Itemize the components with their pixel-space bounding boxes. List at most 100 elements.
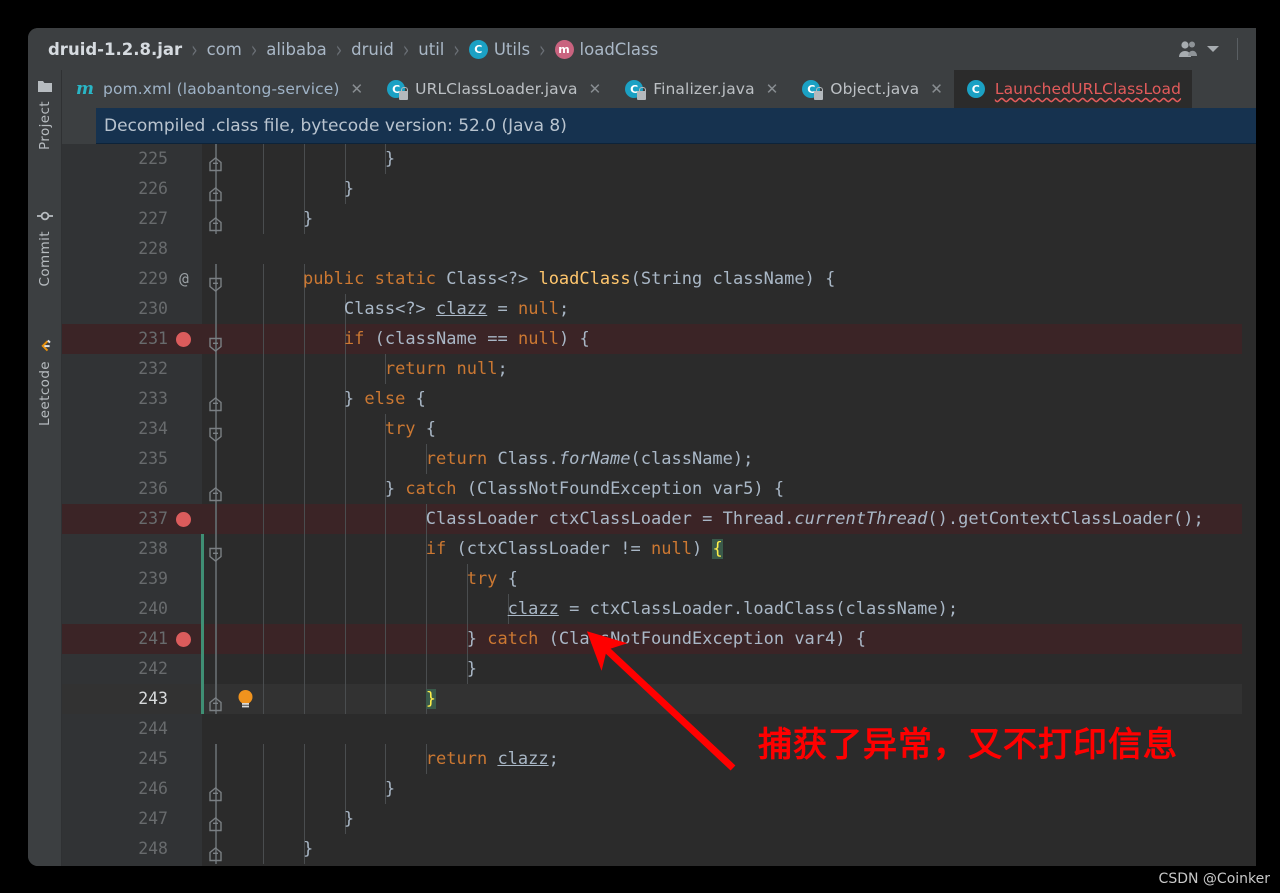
close-icon[interactable]: ✕: [930, 81, 943, 97]
code-line[interactable]: 231 if (className == null) {: [62, 324, 1256, 354]
line-number: 242: [138, 659, 168, 678]
code-line[interactable]: 234 try {: [62, 414, 1256, 444]
annotation-gutter-icon[interactable]: @: [174, 264, 194, 294]
fold-marker-icon[interactable]: [208, 182, 223, 202]
code-line[interactable]: 225 }: [62, 144, 1256, 174]
chevron-down-icon[interactable]: [1207, 46, 1219, 52]
fold-marker-icon[interactable]: [208, 782, 223, 802]
code-line[interactable]: 236 } catch (ClassNotFoundException var5…: [62, 474, 1256, 504]
line-number: 230: [138, 299, 168, 318]
sidebar-item-project[interactable]: Project: [28, 78, 62, 150]
commit-icon: [37, 211, 53, 221]
breakpoint-icon[interactable]: [176, 332, 191, 347]
breadcrumb-item-jar[interactable]: druid-1.2.8.jar: [48, 40, 182, 59]
screen: druid-1.2.8.jar › com › alibaba › druid …: [0, 0, 1280, 893]
breadcrumb-item-druid[interactable]: druid: [351, 40, 394, 59]
code-text: clazz = ctxClassLoader.loadClass(classNa…: [507, 599, 959, 619]
breadcrumb-separator: ›: [335, 35, 343, 63]
fold-marker-icon[interactable]: [208, 212, 223, 232]
breadcrumb-item-com[interactable]: com: [207, 40, 242, 59]
code-text: return null;: [384, 359, 508, 379]
fold-guide: [215, 654, 217, 684]
code-line[interactable]: 233 } else {: [62, 384, 1256, 414]
code-line[interactable]: 237 ClassLoader ctxClassLoader = Thread.…: [62, 504, 1256, 534]
tab-object-java[interactable]: C Object.java ✕: [789, 70, 954, 108]
code-line[interactable]: 248 }: [62, 834, 1256, 864]
code-text: }: [425, 689, 437, 709]
fold-marker-icon[interactable]: [208, 692, 223, 712]
line-number: 234: [138, 419, 168, 438]
class-locked-icon: C: [625, 79, 647, 100]
code-text: }: [384, 149, 396, 169]
line-number: 247: [138, 809, 168, 828]
fold-guide: [215, 504, 217, 534]
line-number: 245: [138, 749, 168, 768]
breadcrumb-label: loadClass: [579, 39, 659, 59]
fold-marker-icon[interactable]: [208, 272, 223, 292]
code-line[interactable]: 240 clazz = ctxClassLoader.loadClass(cla…: [62, 594, 1256, 624]
tab-pom-xml[interactable]: m pom.xml (laobantong-service) ✕: [62, 70, 375, 108]
code-line[interactable]: 247 }: [62, 804, 1256, 834]
class-badge-icon: C: [468, 39, 488, 59]
code-text: }: [343, 809, 355, 829]
code-line[interactable]: 232 return null;: [62, 354, 1256, 384]
line-number: 235: [138, 449, 168, 468]
code-line[interactable]: 228: [62, 234, 1256, 264]
line-number: 243: [138, 689, 168, 708]
tab-urlclassloader-java[interactable]: C URLClassLoader.java ✕: [374, 70, 613, 108]
breadcrumb-item-method[interactable]: m loadClass: [554, 39, 659, 59]
close-icon[interactable]: ✕: [766, 81, 779, 97]
fold-marker-icon[interactable]: [208, 152, 223, 172]
code-line[interactable]: 227 }: [62, 204, 1256, 234]
code-line[interactable]: 243 }: [62, 684, 1256, 714]
navbar-divider: [1237, 38, 1238, 60]
close-icon[interactable]: ✕: [351, 81, 364, 97]
fold-marker-icon[interactable]: [208, 392, 223, 412]
sidebar-item-commit[interactable]: Commit: [28, 208, 62, 286]
sidebar-item-label: Leetcode: [37, 361, 53, 426]
line-number: 241: [138, 629, 168, 648]
line-number: 233: [138, 389, 168, 408]
navbar-right-controls: [1177, 28, 1256, 70]
breakpoint-icon[interactable]: [176, 512, 191, 527]
watermark: CSDN @Coinker: [1158, 871, 1270, 887]
breadcrumb-item-alibaba[interactable]: alibaba: [266, 40, 326, 59]
close-icon[interactable]: ✕: [589, 81, 602, 97]
tab-launchedurlclassloader-java[interactable]: C LaunchedURLClassLoad: [953, 70, 1193, 108]
breadcrumb-label: druid: [351, 39, 394, 59]
tab-finalizer-java[interactable]: C Finalizer.java ✕: [612, 70, 790, 108]
breadcrumb: druid-1.2.8.jar › com › alibaba › druid …: [48, 35, 1177, 63]
intention-bulb-icon[interactable]: [237, 689, 254, 709]
code-text: } else {: [343, 389, 426, 409]
fold-marker-icon[interactable]: [208, 482, 223, 502]
code-line[interactable]: 241 } catch (ClassNotFoundException var4…: [62, 624, 1256, 654]
fold-marker-icon[interactable]: [208, 422, 223, 442]
breadcrumb-item-util[interactable]: util: [418, 40, 444, 59]
fold-marker-icon[interactable]: [208, 842, 223, 862]
code-line[interactable]: 238 if (ctxClassLoader != null) {: [62, 534, 1256, 564]
code-line[interactable]: 242 }: [62, 654, 1256, 684]
fold-marker-icon[interactable]: [208, 542, 223, 562]
code-line[interactable]: 249: [62, 864, 1256, 866]
editor-scrollbar[interactable]: [1242, 144, 1256, 866]
breadcrumb-separator: ›: [539, 35, 546, 63]
code-line[interactable]: 229 @ public static Class<?> loadClass(St…: [62, 264, 1256, 294]
breadcrumb-item-class[interactable]: C Utils: [468, 39, 530, 59]
decompiled-notification-banner: Decompiled .class file, bytecode version…: [96, 108, 1256, 144]
code-line[interactable]: 226 }: [62, 174, 1256, 204]
fold-marker-icon[interactable]: [208, 332, 223, 352]
fold-guide: [215, 294, 217, 324]
sidebar-item-leetcode[interactable]: Leetcode: [28, 338, 62, 426]
vcs-change-marker: [201, 534, 204, 564]
breakpoint-icon[interactable]: [176, 632, 191, 647]
breadcrumb-separator: ›: [453, 35, 460, 63]
maven-icon: m: [76, 79, 94, 99]
code-text: }: [466, 659, 477, 679]
code-line[interactable]: 235 return Class.forName(className);: [62, 444, 1256, 474]
people-icon[interactable]: [1177, 40, 1199, 58]
code-line[interactable]: 239 try {: [62, 564, 1256, 594]
code-line[interactable]: 246 }: [62, 774, 1256, 804]
code-line[interactable]: 230 Class<?> clazz = null;: [62, 294, 1256, 324]
code-text: }: [343, 179, 355, 199]
fold-marker-icon[interactable]: [208, 812, 223, 832]
